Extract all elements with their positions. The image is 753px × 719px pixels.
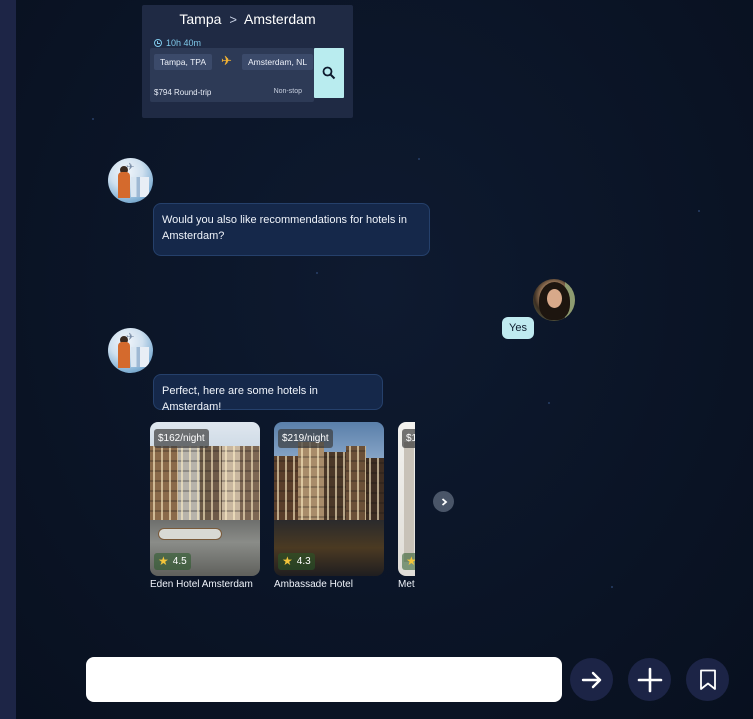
star-dot bbox=[548, 402, 550, 404]
star-icon: ★ bbox=[158, 554, 169, 568]
flight-route-title: Tampa > Amsterdam bbox=[142, 11, 353, 27]
star-icon: ★ bbox=[282, 554, 293, 568]
clock-icon bbox=[154, 39, 162, 47]
star-dot bbox=[92, 118, 94, 120]
flight-price: $794 Round-trip bbox=[154, 88, 212, 97]
origin-city: Tampa bbox=[179, 11, 222, 27]
hotel-image: $162/night ★ 4.5 bbox=[150, 422, 260, 576]
star-dot bbox=[611, 586, 613, 588]
rating-value: 4.3 bbox=[296, 556, 311, 567]
add-button[interactable] bbox=[628, 658, 671, 701]
send-button[interactable] bbox=[570, 658, 613, 701]
hotel-price: $219/night bbox=[278, 429, 333, 448]
assistant-avatar: ✈ bbox=[108, 158, 153, 203]
flight-duration: 10h 40m bbox=[154, 38, 201, 48]
airplane-icon: ✈ bbox=[221, 53, 232, 68]
hotel-price: $1 bbox=[402, 429, 415, 448]
assistant-avatar: ✈ bbox=[108, 328, 153, 373]
star-dot bbox=[698, 210, 700, 212]
hotel-image: $1 ★ bbox=[398, 422, 415, 576]
flight-card[interactable]: Tampa > Amsterdam 10h 40m Tampa, TPA ✈ A… bbox=[142, 5, 353, 118]
message-input[interactable] bbox=[86, 657, 562, 702]
hotel-rating: ★ 4.5 bbox=[154, 553, 191, 570]
chevron-right-icon bbox=[441, 497, 447, 506]
rating-value: 4.5 bbox=[172, 556, 187, 567]
flight-search-button[interactable] bbox=[314, 48, 344, 98]
hotel-image: $219/night ★ 4.3 bbox=[274, 422, 384, 576]
carousel-next-button[interactable] bbox=[433, 491, 454, 512]
left-rail bbox=[0, 0, 16, 719]
origin-chip: Tampa, TPA bbox=[154, 54, 212, 70]
hotel-card[interactable]: $1 ★ Met bbox=[398, 422, 415, 590]
assistant-message: Perfect, here are some hotels in Amsterd… bbox=[153, 374, 383, 413]
hotel-rating: ★ bbox=[402, 553, 415, 570]
chat-page: Tampa > Amsterdam 10h 40m Tampa, TPA ✈ A… bbox=[0, 0, 753, 719]
user-avatar bbox=[533, 279, 575, 321]
hotel-name: Met bbox=[398, 579, 415, 590]
search-icon bbox=[322, 66, 336, 80]
star-icon: ★ bbox=[406, 554, 415, 568]
star-dot bbox=[418, 158, 420, 160]
send-arrow-icon bbox=[581, 671, 601, 688]
duration-text: 10h 40m bbox=[166, 38, 202, 48]
hotel-price: $162/night bbox=[154, 429, 209, 448]
star-dot bbox=[316, 272, 318, 274]
destination-chip: Amsterdam, NL bbox=[242, 54, 314, 70]
destination-city: Amsterdam bbox=[244, 11, 316, 27]
flight-details-panel: Tampa, TPA ✈ Amsterdam, NL $794 Round-tr… bbox=[150, 48, 314, 102]
bookmark-icon bbox=[699, 669, 716, 690]
hotel-rating: ★ 4.3 bbox=[278, 553, 315, 570]
assistant-message: Would you also like recommendations for … bbox=[153, 203, 430, 256]
hotel-card[interactable]: $162/night ★ 4.5 Eden Hotel Amsterdam bbox=[150, 422, 260, 590]
hotel-card[interactable]: $219/night ★ 4.3 Ambassade Hotel bbox=[274, 422, 384, 590]
plus-icon bbox=[637, 667, 662, 692]
bookmark-button[interactable] bbox=[686, 658, 729, 701]
hotel-carousel: $162/night ★ 4.5 Eden Hotel Amsterdam $2… bbox=[150, 422, 415, 602]
flight-stops: Non-stop bbox=[273, 88, 302, 95]
hotel-name: Ambassade Hotel bbox=[274, 579, 353, 590]
hotel-name: Eden Hotel Amsterdam bbox=[150, 579, 253, 590]
route-separator: > bbox=[229, 12, 237, 27]
user-message: Yes bbox=[502, 317, 534, 339]
